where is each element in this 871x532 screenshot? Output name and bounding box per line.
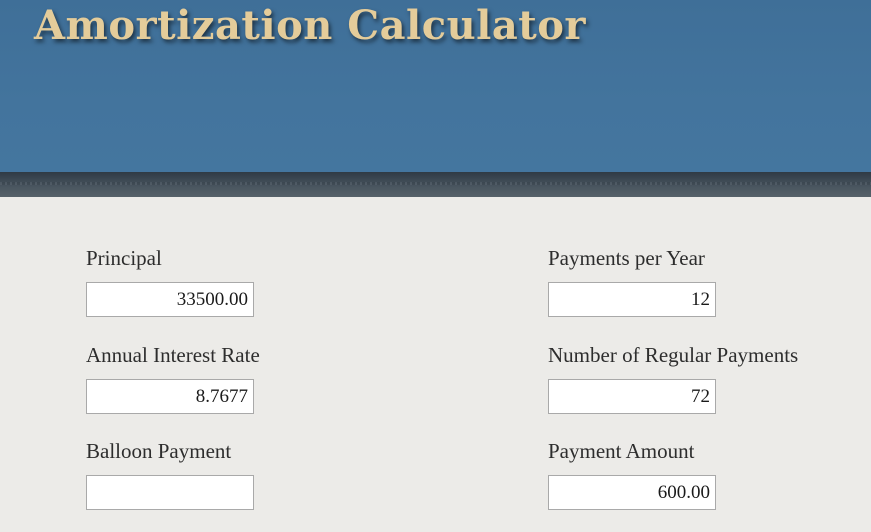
principal-input[interactable] xyxy=(86,282,254,317)
number-of-regular-payments-input[interactable] xyxy=(548,379,716,414)
payments-per-year-input[interactable] xyxy=(548,282,716,317)
principal-label: Principal xyxy=(86,246,162,270)
header-banner: Amortization Calculator xyxy=(0,0,871,172)
annual-interest-rate-input[interactable] xyxy=(86,379,254,414)
page-title: Amortization Calculator xyxy=(34,2,587,49)
balloon-payment-input[interactable] xyxy=(86,475,254,510)
number-of-regular-payments-label: Number of Regular Payments xyxy=(548,343,799,367)
payment-amount-input[interactable] xyxy=(548,475,716,510)
payment-amount-label: Payment Amount xyxy=(548,439,695,463)
annual-interest-rate-label: Annual Interest Rate xyxy=(86,343,260,367)
payments-per-year-label: Payments per Year xyxy=(548,246,705,270)
balloon-payment-label: Balloon Payment xyxy=(86,439,232,463)
header-divider xyxy=(0,172,871,197)
